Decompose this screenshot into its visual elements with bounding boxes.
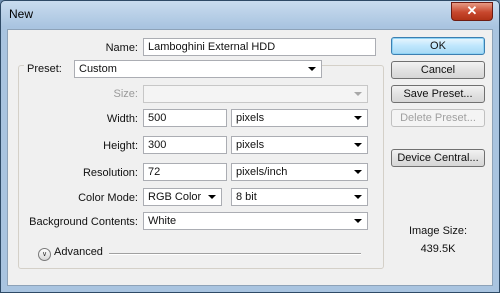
background-contents-select[interactable]: White <box>143 212 368 230</box>
chevron-down-icon <box>354 170 362 174</box>
width-field[interactable]: 500 <box>143 109 227 127</box>
bit-depth-select[interactable]: 8 bit <box>231 188 368 206</box>
dialog-body: Name: Lamboghini External HDD Preset: Cu… <box>7 29 493 286</box>
chevron-down-icon <box>354 92 362 96</box>
width-unit-value: pixels <box>236 112 265 124</box>
advanced-divider <box>109 253 361 255</box>
delete-preset-button[interactable]: Delete Preset... <box>391 109 485 127</box>
advanced-toggle-label[interactable]: Advanced <box>54 246 103 258</box>
image-size-value: 439.5K <box>420 243 456 255</box>
save-preset-button[interactable]: Save Preset... <box>391 85 485 103</box>
resolution-unit-select[interactable]: pixels/inch <box>231 163 368 181</box>
title-bar[interactable]: New ✕ <box>1 1 499 27</box>
resolution-unit-value: pixels/inch <box>236 166 288 178</box>
preset-value: Custom <box>79 63 117 75</box>
chevron-down-icon <box>354 116 362 120</box>
bit-depth-value: 8 bit <box>236 191 257 203</box>
chevron-double-down-icon[interactable]: ∨ <box>38 248 51 261</box>
chevron-down-icon <box>208 195 216 199</box>
chevron-down-icon <box>354 219 362 223</box>
resolution-field[interactable]: 72 <box>143 163 227 181</box>
width-unit-select[interactable]: pixels <box>231 109 368 127</box>
height-label: Height: <box>103 140 138 152</box>
name-label: Name: <box>105 42 138 54</box>
dialog-title: New <box>9 7 34 21</box>
close-button[interactable]: ✕ <box>451 2 493 21</box>
cancel-button[interactable]: Cancel <box>391 61 485 79</box>
chevron-down-icon <box>354 143 362 147</box>
color-mode-value: RGB Color <box>148 191 202 203</box>
height-unit-select[interactable]: pixels <box>231 136 368 154</box>
size-select[interactable] <box>143 85 368 103</box>
new-document-dialog: New ✕ Name: Lamboghini External HDD Pres… <box>0 0 500 293</box>
color-mode-label: Color Mode: <box>78 192 138 204</box>
image-size-label: Image Size: <box>408 225 468 237</box>
resolution-label: Resolution: <box>82 167 138 179</box>
chevron-down-icon <box>354 195 362 199</box>
device-central-button[interactable]: Device Central... <box>391 149 485 167</box>
width-label: Width: <box>106 113 138 125</box>
background-contents-label: Background Contents: <box>29 216 138 228</box>
height-field[interactable]: 300 <box>143 136 227 154</box>
color-mode-select[interactable]: RGB Color <box>143 188 222 206</box>
background-contents-value: White <box>148 215 177 227</box>
size-label: Size: <box>113 88 138 100</box>
close-icon: ✕ <box>466 3 478 18</box>
chevron-down-icon <box>308 67 316 71</box>
ok-button[interactable]: OK <box>391 37 485 55</box>
preset-label: Preset: <box>24 63 75 75</box>
height-unit-value: pixels <box>236 139 265 151</box>
name-field[interactable]: Lamboghini External HDD <box>143 38 376 56</box>
preset-select[interactable]: Custom <box>74 60 322 78</box>
